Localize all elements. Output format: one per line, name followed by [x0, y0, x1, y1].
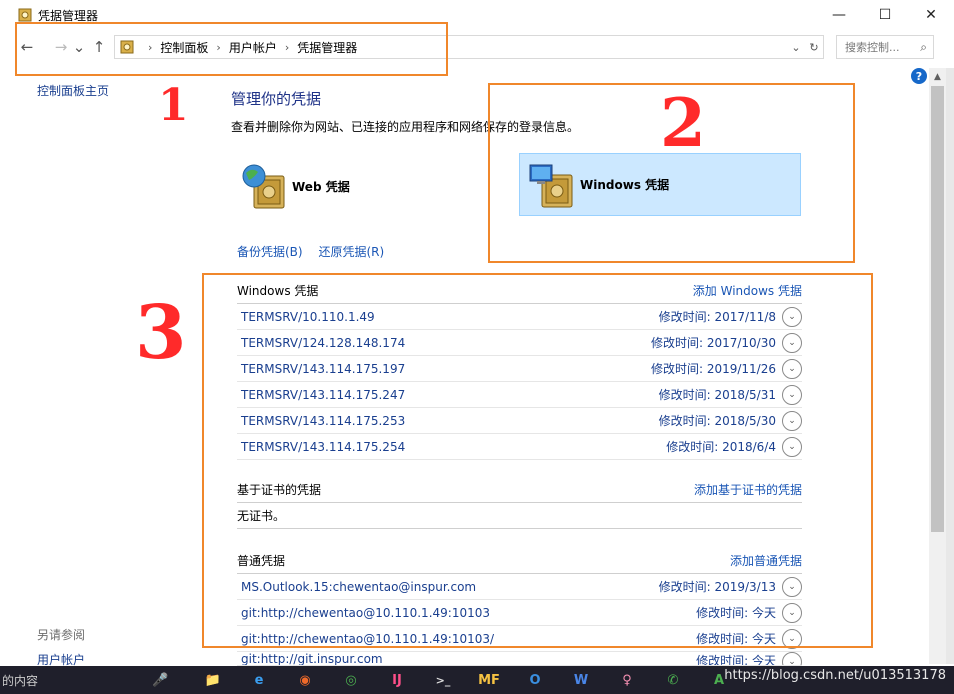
- refresh-icon[interactable]: ↻: [805, 41, 823, 54]
- see-also-heading: 另请参阅: [37, 628, 86, 642]
- page-title: 管理你的凭据: [231, 90, 322, 108]
- search-input[interactable]: 搜索控制... ⌕: [836, 35, 934, 59]
- vertical-scrollbar[interactable]: ▲: [929, 68, 946, 664]
- scrollbar-thumb[interactable]: [931, 86, 944, 532]
- close-button[interactable]: ✕: [908, 0, 954, 30]
- backup-credentials-link[interactable]: 备份凭据(B): [237, 245, 303, 259]
- minimize-button[interactable]: —: [816, 0, 862, 30]
- annotation-number-2: 2: [660, 84, 706, 162]
- terminal-icon[interactable]: >_: [428, 668, 458, 692]
- word-icon[interactable]: W: [566, 668, 596, 692]
- chrome-icon[interactable]: ◎: [336, 668, 366, 692]
- web-credential-vault-icon: [242, 164, 285, 209]
- annotation-number-1: 1: [158, 80, 189, 131]
- credential-modified: 修改时间: 今天: [696, 654, 776, 666]
- internet-explorer-icon[interactable]: e: [244, 668, 274, 692]
- window-edge: [946, 68, 954, 664]
- table-row[interactable]: git:http://git.inspur.com 修改时间: 今天 ⌄: [237, 652, 802, 666]
- web-credentials-tile[interactable]: Web 凭据: [240, 158, 440, 214]
- help-icon[interactable]: ?: [911, 68, 927, 84]
- restore-credentials-link[interactable]: 还原凭据(R): [318, 245, 384, 259]
- file-explorer-icon[interactable]: 📁: [198, 668, 228, 692]
- watermark-text: https://blog.csdn.net/u013513178: [724, 668, 946, 683]
- taskbar: 的内容 🎤 📁 e ◉ ◎ IJ >_ MF O W ♀ ✆ A https:/…: [0, 666, 954, 694]
- chevron-down-icon[interactable]: ⌄: [782, 652, 802, 665]
- web-credentials-label: Web 凭据: [292, 179, 350, 194]
- microphone-icon[interactable]: 🎤: [152, 673, 198, 688]
- maximize-button[interactable]: ☐: [862, 0, 908, 30]
- outlook-icon[interactable]: O: [520, 668, 550, 692]
- sidebar-control-panel-home[interactable]: 控制面板主页: [37, 82, 109, 99]
- address-dropdown-icon[interactable]: ⌄: [787, 41, 805, 54]
- annotation-number-3: 3: [135, 290, 187, 376]
- intellij-icon[interactable]: IJ: [382, 668, 412, 692]
- scroll-up-icon[interactable]: ▲: [929, 68, 946, 85]
- credential-manager-icon: [18, 8, 32, 22]
- taskbar-search-text[interactable]: 的内容: [2, 672, 152, 689]
- search-placeholder: 搜索控制...: [845, 41, 900, 54]
- backup-restore-links: 备份凭据(B) 还原凭据(R): [237, 243, 396, 260]
- window-title: 凭据管理器: [38, 8, 99, 23]
- avatar-app-icon[interactable]: ♀: [612, 668, 642, 692]
- annotation-box-navigation: [15, 22, 448, 76]
- wechat-icon[interactable]: ✆: [658, 668, 688, 692]
- credential-name[interactable]: git:http://git.inspur.com: [241, 652, 696, 665]
- search-icon: ⌕: [920, 40, 927, 54]
- firefox-icon[interactable]: ◉: [290, 668, 320, 692]
- mf-app-icon[interactable]: MF: [474, 668, 504, 692]
- annotation-box-credential-list: [202, 273, 873, 648]
